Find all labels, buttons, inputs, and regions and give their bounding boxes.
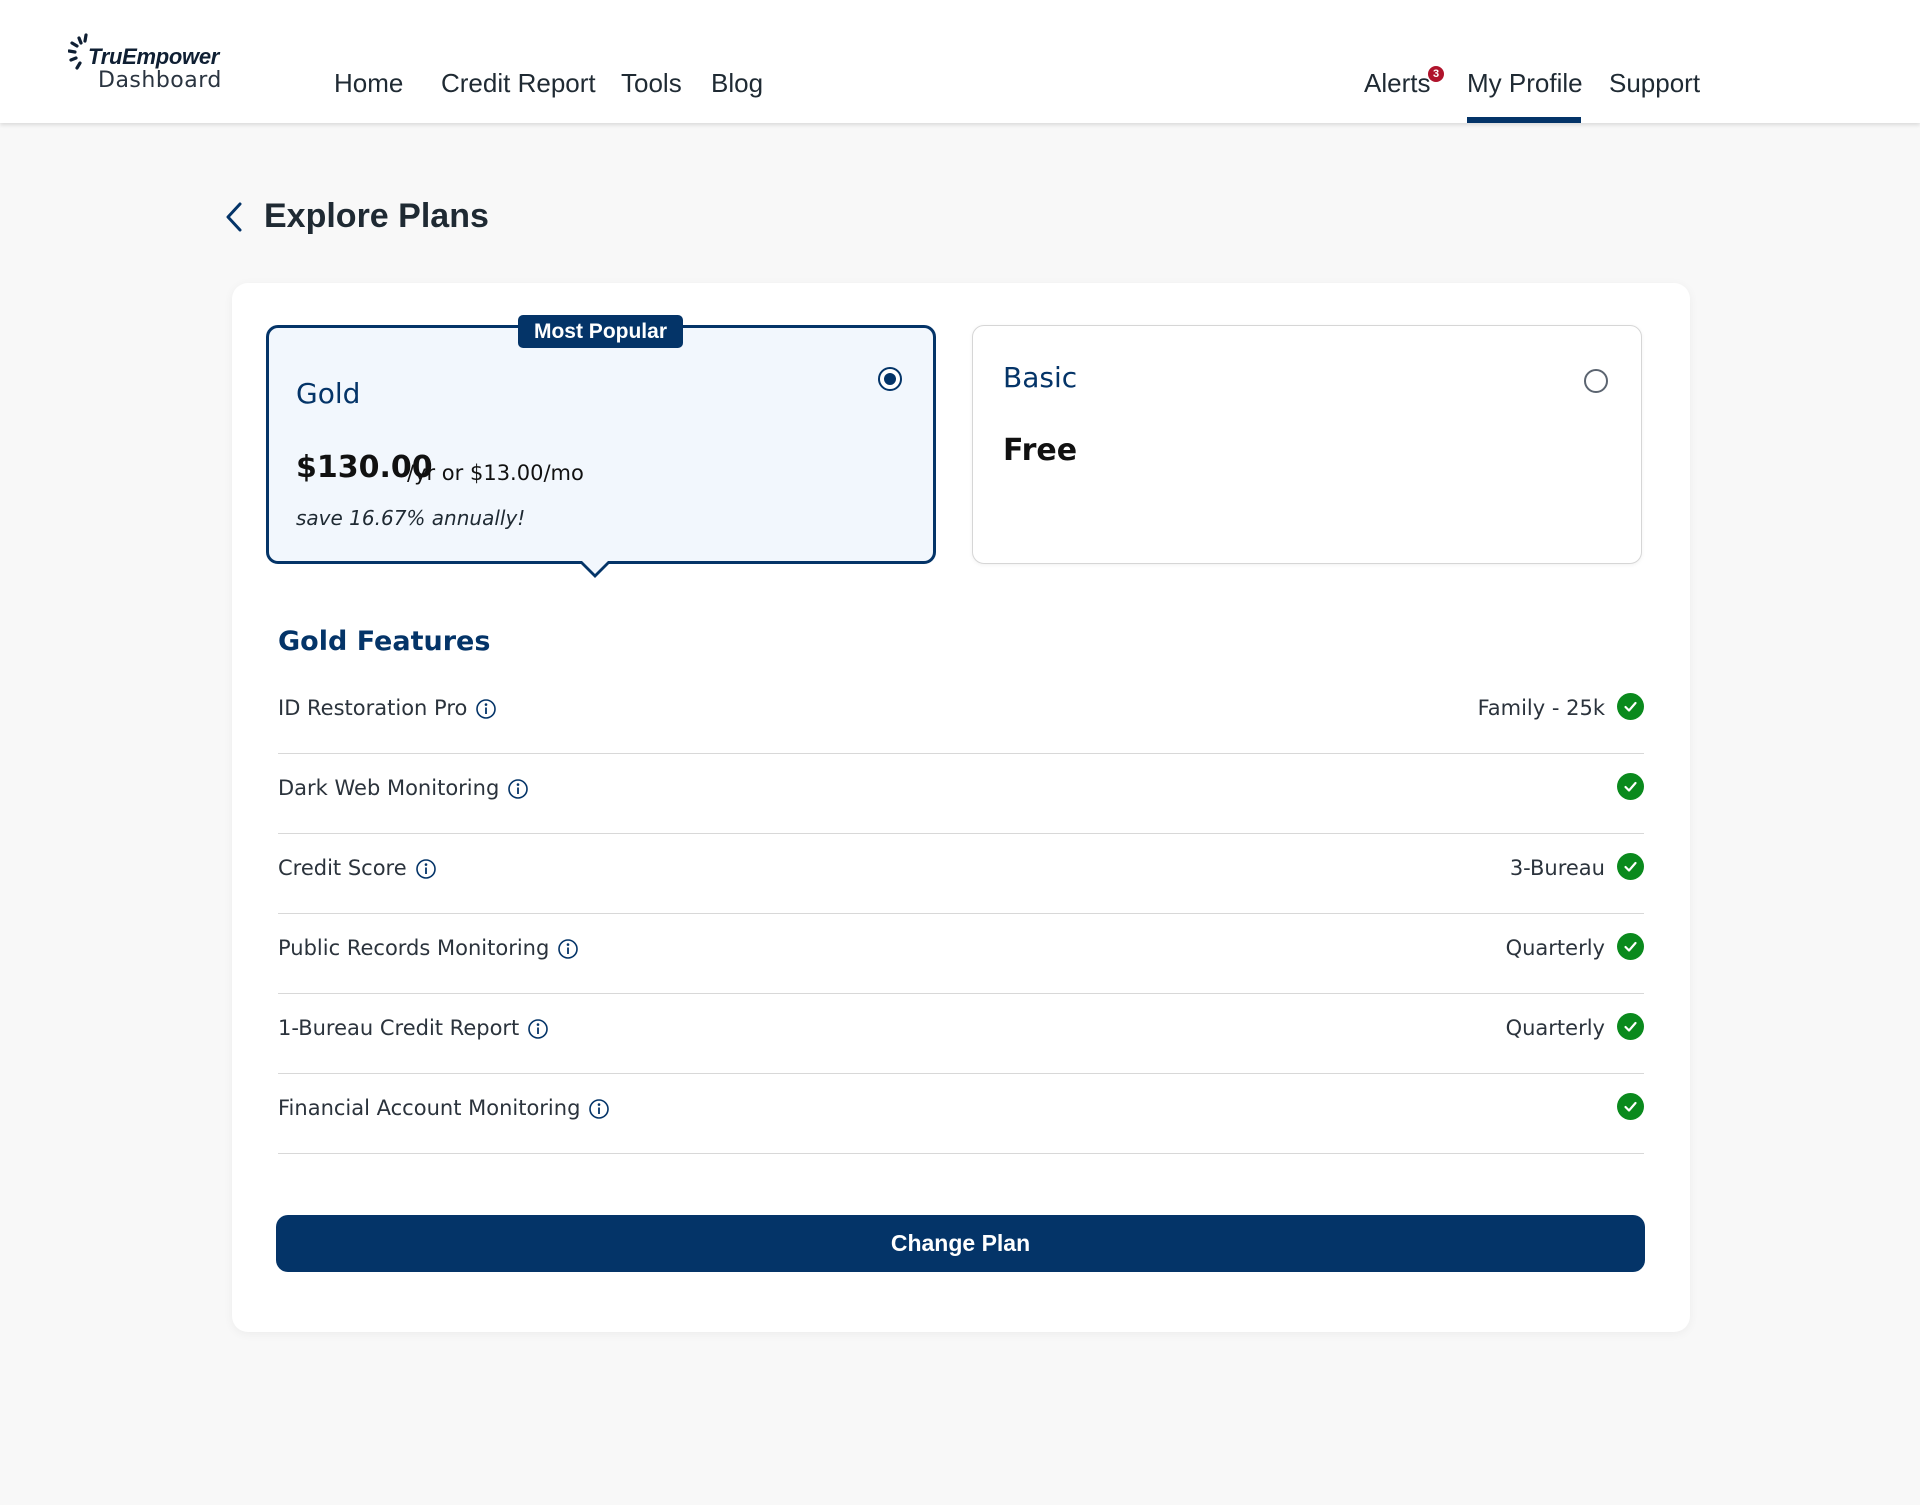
feature-name-wrap: ID Restoration Pro bbox=[278, 696, 497, 720]
info-icon[interactable] bbox=[415, 858, 437, 880]
brand-subtitle: Dashboard bbox=[98, 68, 222, 93]
active-tab-indicator bbox=[1467, 117, 1581, 123]
nav-my-profile[interactable]: My Profile bbox=[1467, 68, 1583, 99]
feature-row: Credit Score 3-Bureau bbox=[278, 834, 1644, 914]
check-circle-icon bbox=[1617, 773, 1644, 800]
nav-credit-report[interactable]: Credit Report bbox=[441, 68, 596, 99]
feature-row: ID Restoration Pro Family - 25k bbox=[278, 674, 1644, 754]
most-popular-badge: Most Popular bbox=[518, 315, 683, 348]
plan-name-basic: Basic bbox=[1003, 361, 1078, 394]
page-title: Explore Plans bbox=[264, 197, 489, 235]
feature-value: Quarterly bbox=[1505, 936, 1605, 960]
info-icon[interactable] bbox=[557, 938, 579, 960]
gold-price-suffix: /yr or $13.00/mo bbox=[407, 461, 584, 485]
feature-row: Public Records Monitoring Quarterly bbox=[278, 914, 1644, 994]
nav-tools[interactable]: Tools bbox=[621, 68, 682, 99]
feature-name-wrap: Dark Web Monitoring bbox=[278, 776, 529, 800]
feature-name-wrap: Public Records Monitoring bbox=[278, 936, 579, 960]
feature-name: ID Restoration Pro bbox=[278, 696, 468, 720]
check-circle-icon bbox=[1617, 853, 1644, 880]
feature-row: 1-Bureau Credit Report Quarterly bbox=[278, 994, 1644, 1074]
nav-support[interactable]: Support bbox=[1609, 68, 1700, 99]
plan-name-gold: Gold bbox=[296, 377, 361, 410]
change-plan-button[interactable]: Change Plan bbox=[276, 1215, 1645, 1272]
brand-name: TruEmpower bbox=[88, 44, 220, 69]
info-icon[interactable] bbox=[507, 778, 529, 800]
info-icon[interactable] bbox=[588, 1098, 610, 1120]
gold-savings-note: save 16.67% annually! bbox=[296, 506, 526, 530]
feature-name: Credit Score bbox=[278, 856, 407, 880]
feature-value: 3-Bureau bbox=[1509, 856, 1605, 880]
nav-home[interactable]: Home bbox=[334, 68, 403, 99]
feature-row: Financial Account Monitoring bbox=[278, 1074, 1644, 1154]
nav-alerts[interactable]: Alerts bbox=[1364, 68, 1430, 99]
selected-plan-pointer-fill bbox=[582, 561, 608, 574]
basic-price: Free bbox=[1003, 433, 1078, 468]
feature-name: Public Records Monitoring bbox=[278, 936, 550, 960]
feature-name-wrap: Financial Account Monitoring bbox=[278, 1096, 610, 1120]
info-icon[interactable] bbox=[527, 1018, 549, 1040]
feature-row: Dark Web Monitoring bbox=[278, 754, 1644, 834]
feature-name: Financial Account Monitoring bbox=[278, 1096, 581, 1120]
features-title: Gold Features bbox=[278, 626, 491, 657]
radio-gold-selected[interactable] bbox=[878, 367, 902, 391]
brand-logo[interactable]: TruEmpower Dashboard bbox=[68, 30, 238, 100]
feature-name-wrap: 1-Bureau Credit Report bbox=[278, 1016, 549, 1040]
feature-name: Dark Web Monitoring bbox=[278, 776, 500, 800]
top-nav-bar: TruEmpower Dashboard Home Credit Report … bbox=[0, 0, 1920, 123]
alerts-count-badge: 3 bbox=[1428, 66, 1444, 82]
radio-basic[interactable] bbox=[1584, 369, 1608, 393]
feature-name: 1-Bureau Credit Report bbox=[278, 1016, 520, 1040]
feature-value: Quarterly bbox=[1505, 1016, 1605, 1040]
nav-blog[interactable]: Blog bbox=[711, 68, 763, 99]
check-circle-icon bbox=[1617, 1093, 1644, 1120]
sunburst-logo-icon bbox=[68, 33, 88, 70]
check-circle-icon bbox=[1617, 693, 1644, 720]
check-circle-icon bbox=[1617, 933, 1644, 960]
info-icon[interactable] bbox=[475, 698, 497, 720]
feature-name-wrap: Credit Score bbox=[278, 856, 437, 880]
feature-value: Family - 25k bbox=[1477, 696, 1605, 720]
back-chevron-icon[interactable] bbox=[224, 200, 246, 234]
check-circle-icon bbox=[1617, 1013, 1644, 1040]
